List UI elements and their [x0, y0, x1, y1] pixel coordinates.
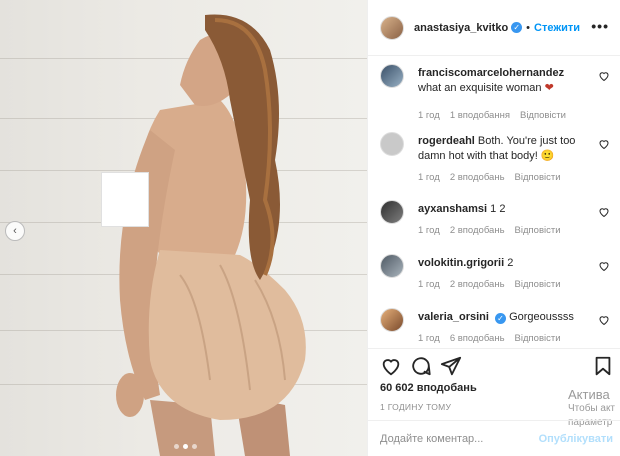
post-sidebar: anastasiya_kvitko ✓ • Стежити ••• franci…	[367, 0, 620, 456]
comment-text: franciscomarcelohernandez what an exquis…	[418, 66, 588, 96]
comment-username[interactable]: franciscomarcelohernandez	[418, 67, 564, 79]
reply-button[interactable]: Відповісти	[520, 110, 566, 121]
comment-body: Gorgeoussss	[509, 311, 574, 323]
follow-button[interactable]: Стежити	[534, 22, 580, 34]
more-options-icon[interactable]: •••	[591, 18, 609, 34]
post-photo[interactable]: ‹	[0, 0, 367, 456]
comment-text: rogerdeahl Both. You're just too damn ho…	[418, 134, 588, 164]
comment-likes[interactable]: 2 вподобань	[450, 225, 505, 236]
chevron-left-icon: ‹	[13, 225, 17, 237]
comment-item: volokitin.grigorii 2 1 год 2 вподобань В…	[380, 254, 610, 300]
verified-icon: ✓	[495, 313, 506, 324]
comment-meta: 1 год 2 вподобань Відповісти	[418, 279, 561, 290]
comment-body: what an exquisite woman	[418, 82, 542, 94]
comment-username[interactable]: ayxanshamsi	[418, 203, 487, 215]
carousel-indicator	[174, 444, 197, 449]
comment-meta: 1 год 1 вподобання Відповісти	[418, 110, 566, 121]
comment-item: valeria_orsini ✓ Gorgeoussss 1 год 6 впо…	[380, 308, 610, 348]
commenter-avatar[interactable]	[380, 132, 404, 156]
watermark-line: Чтобы акт	[568, 403, 616, 414]
comment-text: valeria_orsini ✓ Gorgeoussss	[418, 310, 588, 325]
comment-meta: 1 год 6 вподобань Відповісти	[418, 333, 561, 344]
post-time[interactable]: 1 ГОДИНУ ТОМУ	[380, 402, 451, 412]
comment-meta: 1 год 2 вподобань Відповісти	[418, 225, 561, 236]
publish-button[interactable]: Опублікувати	[539, 433, 613, 445]
comment-item: franciscomarcelohernandez what an exquis…	[380, 64, 610, 124]
heart-emoji: ❤	[544, 82, 554, 94]
post-actions	[368, 348, 620, 382]
comment-text: volokitin.grigorii 2	[418, 256, 588, 271]
carousel-dot-active	[183, 444, 188, 449]
comment-time[interactable]: 1 год	[418, 333, 440, 344]
carousel-prev-button[interactable]: ‹	[5, 221, 25, 241]
watermark-line: Актива	[568, 387, 610, 402]
comment-body: 2	[507, 257, 514, 269]
like-comment-icon[interactable]	[598, 260, 610, 272]
comment-likes[interactable]: 6 вподобань	[450, 333, 505, 344]
smile-emoji: 🙂	[540, 150, 555, 162]
comment-time[interactable]: 1 год	[418, 279, 440, 290]
comment-username[interactable]: rogerdeahl	[418, 135, 475, 147]
author-avatar[interactable]	[380, 15, 404, 40]
censor-box	[101, 172, 149, 227]
comment-meta: 1 год 2 вподобань Відповісти	[418, 172, 561, 183]
comment-item: ayxanshamsi 1 2 1 год 2 вподобань Відпов…	[380, 200, 610, 246]
commenter-avatar[interactable]	[380, 64, 404, 88]
commenter-avatar[interactable]	[380, 254, 404, 278]
comment-likes[interactable]: 2 вподобань	[450, 279, 505, 290]
carousel-dot	[174, 444, 179, 449]
comment-username[interactable]: volokitin.grigorii	[418, 257, 504, 269]
like-comment-icon[interactable]	[598, 138, 610, 150]
add-comment-row: Додайте коментар... Опублікувати	[368, 420, 620, 456]
comment-body: 1 2	[490, 203, 506, 215]
post-header: anastasiya_kvitko ✓ • Стежити •••	[368, 0, 620, 56]
reply-button[interactable]: Відповісти	[515, 225, 561, 236]
like-comment-icon[interactable]	[598, 70, 610, 82]
bookmark-icon[interactable]	[592, 355, 614, 377]
reply-button[interactable]: Відповісти	[515, 279, 561, 290]
comment-likes[interactable]: 1 вподобання	[450, 110, 510, 121]
comment-username[interactable]: valeria_orsini	[418, 311, 489, 323]
comment-time[interactable]: 1 год	[418, 110, 440, 121]
reply-button[interactable]: Відповісти	[515, 333, 561, 344]
comment-likes[interactable]: 2 вподобань	[450, 172, 505, 183]
comment-icon[interactable]	[410, 355, 432, 377]
comment-input[interactable]: Додайте коментар...	[380, 433, 483, 445]
header-separator: •	[526, 21, 531, 34]
like-heart-icon[interactable]	[380, 355, 402, 377]
likes-count[interactable]: 60 602 вподобань	[380, 382, 477, 394]
reply-button[interactable]: Відповісти	[515, 172, 561, 183]
comment-text: ayxanshamsi 1 2	[418, 202, 588, 217]
author-username[interactable]: anastasiya_kvitko	[414, 22, 508, 34]
model-figure	[116, 14, 306, 456]
comments-list[interactable]: franciscomarcelohernandez what an exquis…	[368, 56, 620, 348]
share-icon[interactable]	[440, 355, 462, 377]
carousel-dot	[192, 444, 197, 449]
comment-item: rogerdeahl Both. You're just too damn ho…	[380, 132, 610, 192]
like-comment-icon[interactable]	[598, 314, 610, 326]
like-comment-icon[interactable]	[598, 206, 610, 218]
commenter-avatar[interactable]	[380, 200, 404, 224]
commenter-avatar[interactable]	[380, 308, 404, 332]
comment-time[interactable]: 1 год	[418, 225, 440, 236]
verified-icon: ✓	[511, 22, 523, 33]
comment-time[interactable]: 1 год	[418, 172, 440, 183]
